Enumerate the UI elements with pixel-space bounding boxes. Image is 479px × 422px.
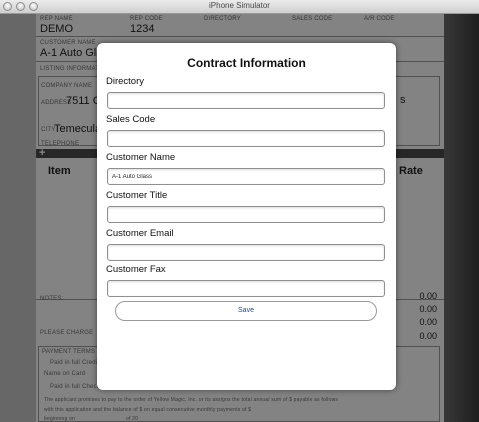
directory-input[interactable] bbox=[107, 92, 385, 109]
customer-fax-field-label: Customer Fax bbox=[106, 264, 166, 275]
customer-title-input[interactable] bbox=[107, 206, 385, 223]
sales-code-field-label: Sales Code bbox=[106, 114, 156, 125]
window-titlebar: iPhone Simulator bbox=[0, 0, 479, 14]
save-button[interactable]: Save bbox=[115, 301, 377, 321]
customer-fax-input[interactable] bbox=[107, 280, 385, 297]
contract-information-dialog: Contract Information Directory Sales Cod… bbox=[97, 43, 396, 390]
window-title: iPhone Simulator bbox=[209, 1, 270, 10]
customer-email-input[interactable] bbox=[107, 244, 385, 261]
customer-name-input[interactable] bbox=[107, 168, 385, 185]
dialog-title: Contract Information bbox=[187, 56, 306, 70]
customer-title-field-label: Customer Title bbox=[106, 190, 168, 201]
customer-email-field-label: Customer Email bbox=[106, 228, 174, 239]
customer-name-field-label: Customer Name bbox=[106, 152, 176, 163]
directory-field-label: Directory bbox=[106, 76, 145, 87]
sales-code-input[interactable] bbox=[107, 130, 385, 147]
